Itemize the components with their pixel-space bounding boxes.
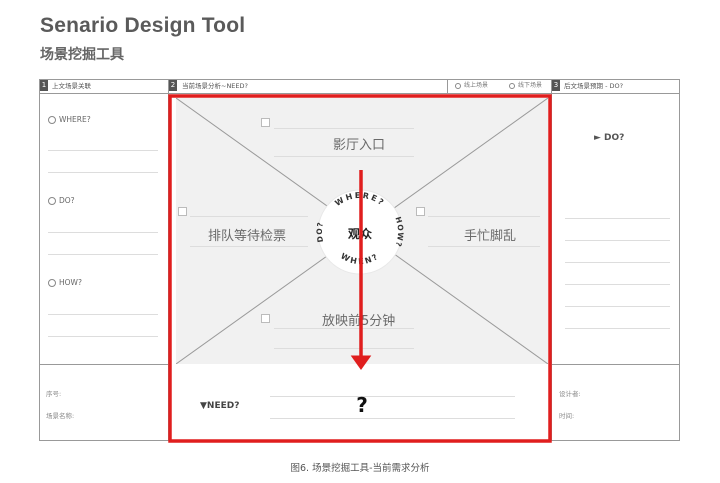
need-highlight-overlay [168, 94, 552, 443]
figure-caption: 图6. 场景挖掘工具-当前需求分析 [290, 463, 430, 474]
